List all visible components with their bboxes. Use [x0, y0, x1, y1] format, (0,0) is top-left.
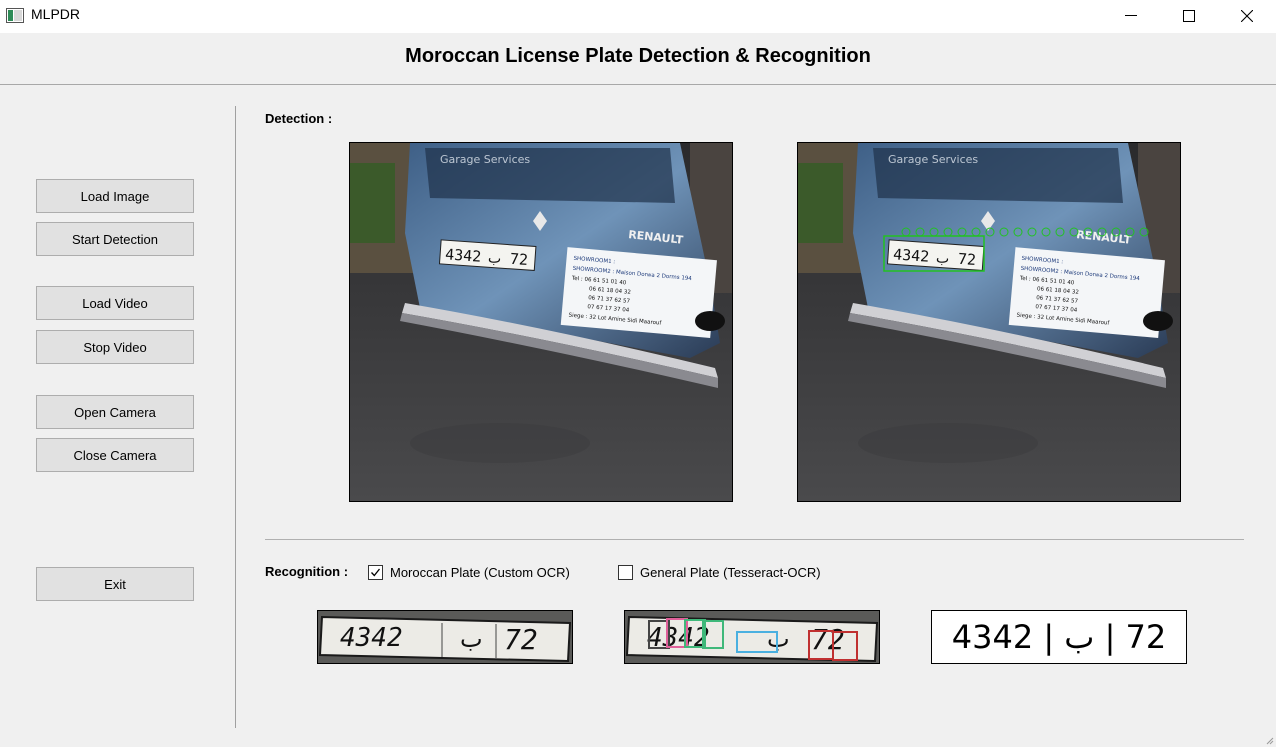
svg-text:Garage Services: Garage Services — [440, 153, 530, 166]
moroccan-plate-option[interactable]: Moroccan Plate (Custom OCR) — [368, 565, 570, 580]
minimize-icon — [1125, 15, 1137, 16]
moroccan-plate-checkbox[interactable] — [368, 565, 383, 580]
ocr-result-text: 4342 | ب | 72 — [951, 618, 1167, 656]
header: Moroccan License Plate Detection & Recog… — [0, 33, 1276, 85]
detection-label: Detection : — [265, 111, 333, 126]
horizontal-divider — [265, 539, 1244, 540]
checkmark-icon — [371, 568, 381, 577]
svg-text:ب: ب — [935, 250, 949, 267]
plate-letter-text: ب — [487, 250, 501, 267]
svg-text:72: 72 — [504, 623, 538, 656]
close-camera-button[interactable]: Close Camera — [36, 438, 194, 472]
load-image-button[interactable]: Load Image — [36, 179, 194, 213]
minimize-button[interactable] — [1102, 0, 1160, 33]
title-bar: MLPDR — [0, 0, 1276, 33]
window-title: MLPDR — [31, 6, 81, 22]
svg-text:72: 72 — [957, 250, 976, 269]
input-image: Garage Services RENAULT 4342 ب 72 SHOWRO… — [349, 142, 733, 502]
svg-text:ب: ب — [767, 625, 790, 653]
ocr-result-display: 4342 | ب | 72 — [931, 610, 1187, 664]
output-image: Garage Services RENAULT 4342 ب 72 SHOWRO… — [797, 142, 1181, 502]
close-icon — [1241, 10, 1253, 22]
svg-text:ب: ب — [460, 625, 483, 653]
maximize-button[interactable] — [1160, 0, 1218, 33]
page-title: Moroccan License Plate Detection & Recog… — [405, 45, 871, 67]
plate-number-text: 4342 — [445, 245, 482, 265]
exit-button[interactable]: Exit — [36, 567, 194, 601]
plate-region-text: 72 — [509, 250, 528, 269]
open-camera-button[interactable]: Open Camera — [36, 395, 194, 429]
svg-text:4342: 4342 — [340, 623, 403, 653]
recognition-label: Recognition : — [265, 564, 349, 579]
resize-grip-icon[interactable] — [1264, 735, 1274, 745]
moroccan-plate-label: Moroccan Plate (Custom OCR) — [390, 565, 570, 580]
app-icon — [6, 8, 24, 23]
svg-text:72: 72 — [811, 623, 845, 656]
load-video-button[interactable]: Load Video — [36, 286, 194, 320]
svg-text:4342: 4342 — [893, 245, 930, 265]
stop-video-button[interactable]: Stop Video — [36, 330, 194, 364]
general-plate-label: General Plate (Tesseract-OCR) — [640, 565, 821, 580]
general-plate-checkbox[interactable] — [618, 565, 633, 580]
svg-text:Garage Services: Garage Services — [888, 153, 978, 166]
vertical-divider — [235, 106, 236, 728]
segmented-characters-image: 4342 ب 72 — [624, 610, 880, 664]
maximize-icon — [1183, 10, 1195, 22]
start-detection-button[interactable]: Start Detection — [36, 222, 194, 256]
close-button[interactable] — [1218, 0, 1276, 33]
cropped-plate-image: 4342 ب 72 — [317, 610, 573, 664]
general-plate-option[interactable]: General Plate (Tesseract-OCR) — [618, 565, 821, 580]
